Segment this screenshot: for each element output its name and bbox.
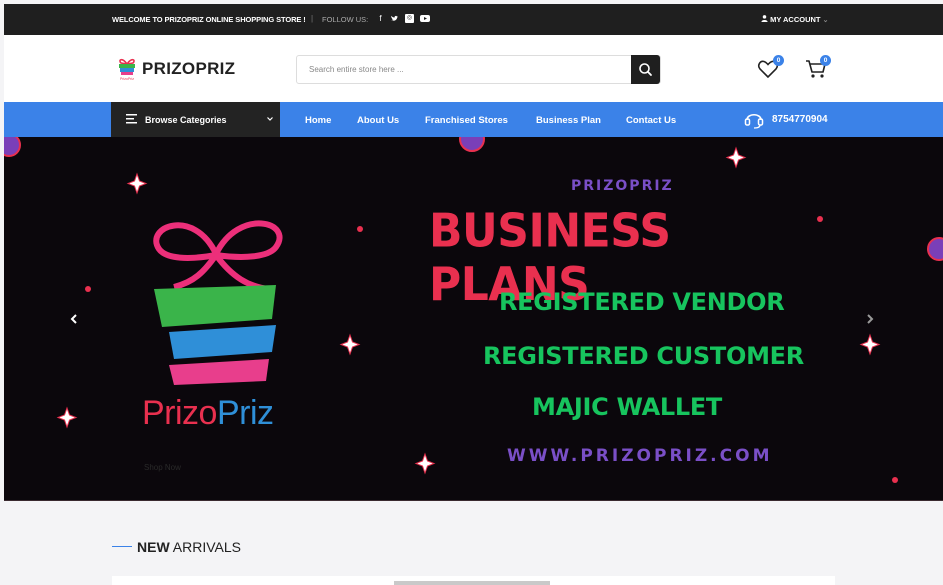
hero-banner[interactable]: PrizoPriz PRIZOPRIZ BUSINESS PLANS REGIS…	[4, 137, 943, 501]
twitter-icon[interactable]	[390, 14, 399, 23]
chevron-down-icon	[267, 117, 273, 121]
carousel-next-icon[interactable]	[863, 312, 877, 326]
top-bar: WELCOME TO PRIZOPRIZ ONLINE SHOPPING STO…	[4, 4, 943, 35]
banner-logo-text: PrizoPriz	[142, 394, 274, 432]
search-input[interactable]	[297, 56, 631, 83]
nav-link-home[interactable]: Home	[305, 115, 331, 126]
chevron-down-icon: ⌄	[822, 17, 829, 24]
product-image[interactable]	[394, 581, 550, 585]
nav-link-about-us[interactable]: About Us	[357, 115, 399, 126]
welcome-text: WELCOME TO PRIZOPRIZ ONLINE SHOPPING STO…	[112, 15, 306, 24]
search-button[interactable]	[631, 55, 660, 84]
main-nav: Browse Categories Home About Us Franchis…	[4, 102, 943, 137]
search-icon	[639, 63, 652, 76]
divider: |	[311, 14, 314, 23]
banner-line-vendor: REGISTERED VENDOR	[499, 288, 785, 316]
carousel-prev-icon[interactable]	[67, 312, 81, 326]
headset-icon	[744, 113, 764, 129]
logo-text[interactable]: PRIZOPRIZ	[142, 59, 235, 79]
banner-brand: PRIZOPRIZ	[571, 178, 674, 194]
banner-url: WWW.PRIZOPRIZ.COM	[507, 446, 773, 466]
site-header: PrizoPriz PRIZOPRIZ 0 0	[4, 35, 943, 102]
user-icon	[761, 15, 768, 22]
banner-line-customer: REGISTERED CUSTOMER	[483, 342, 804, 370]
cart-count-badge: 0	[820, 55, 831, 66]
new-arrivals-section: NEW ARRIVALS	[4, 501, 943, 585]
instagram-icon[interactable]: ◎	[405, 14, 414, 23]
page: WELCOME TO PRIZOPRIZ ONLINE SHOPPING STO…	[4, 4, 943, 585]
search-bar	[296, 55, 661, 84]
menu-icon	[126, 114, 137, 124]
browse-categories-label: Browse Categories	[145, 115, 227, 125]
wishlist-count-badge: 0	[773, 55, 784, 66]
banner-line-wallet: MAJIC WALLET	[532, 393, 723, 421]
section-title: NEW ARRIVALS	[137, 539, 241, 555]
youtube-icon[interactable]	[420, 14, 430, 23]
phone-number[interactable]: 8754770904	[772, 114, 828, 125]
facebook-icon[interactable]: f	[376, 14, 385, 23]
browse-categories-button[interactable]: Browse Categories	[111, 102, 280, 137]
shop-now-button[interactable]: Shop Now	[144, 463, 181, 472]
nav-link-franchised-stores[interactable]: Franchised Stores	[425, 115, 508, 126]
section-title-accent	[112, 546, 132, 547]
prizopriz-gift-logo	[153, 220, 283, 385]
gift-logo-icon[interactable]: PrizoPriz	[116, 57, 138, 81]
my-account-menu[interactable]: MY ACCOUNT ⌄	[761, 15, 828, 24]
nav-link-contact-us[interactable]: Contact Us	[626, 115, 676, 126]
nav-link-business-plan[interactable]: Business Plan	[536, 115, 601, 126]
follow-us-label: FOLLOW US:	[322, 15, 369, 24]
svg-text:PrizoPriz: PrizoPriz	[120, 77, 134, 81]
my-account-label: MY ACCOUNT	[770, 15, 821, 24]
